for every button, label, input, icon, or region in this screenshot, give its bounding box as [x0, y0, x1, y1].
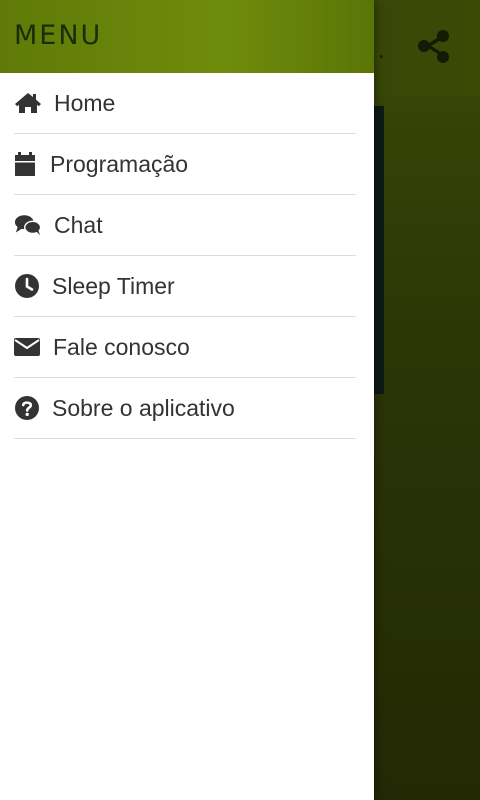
share-icon[interactable]	[414, 26, 454, 66]
menu-item-sleep-timer[interactable]: Sleep Timer	[14, 256, 356, 317]
menu-item-label: Programação	[50, 150, 189, 177]
menu-item-programacao[interactable]: Programação	[14, 134, 356, 195]
menu-item-label: Chat	[54, 211, 103, 238]
menu-item-label: Sobre o aplicativo	[52, 394, 235, 421]
menu-list: Home Programação Chat Sleep Timer Fale c…	[0, 73, 374, 439]
menu-item-chat[interactable]: Chat	[14, 195, 356, 256]
drawer-header: MENU	[0, 0, 374, 73]
envelope-icon	[14, 333, 41, 361]
menu-item-sobre[interactable]: Sobre o aplicativo	[14, 378, 356, 439]
chat-icon	[14, 211, 42, 239]
menu-item-label: Home	[54, 89, 116, 116]
navigation-drawer: MENU Home Programação Chat Sleep Timer F…	[0, 0, 374, 800]
clock-icon	[14, 272, 40, 300]
menu-item-label: Sleep Timer	[52, 272, 175, 299]
question-icon	[14, 394, 40, 422]
menu-item-home[interactable]: Home	[14, 73, 356, 134]
menu-item-label: Fale conosco	[53, 333, 190, 360]
drawer-title: MENU	[14, 20, 103, 51]
home-icon	[14, 89, 42, 117]
calendar-icon	[14, 150, 38, 178]
menu-item-fale-conosco[interactable]: Fale conosco	[14, 317, 356, 378]
